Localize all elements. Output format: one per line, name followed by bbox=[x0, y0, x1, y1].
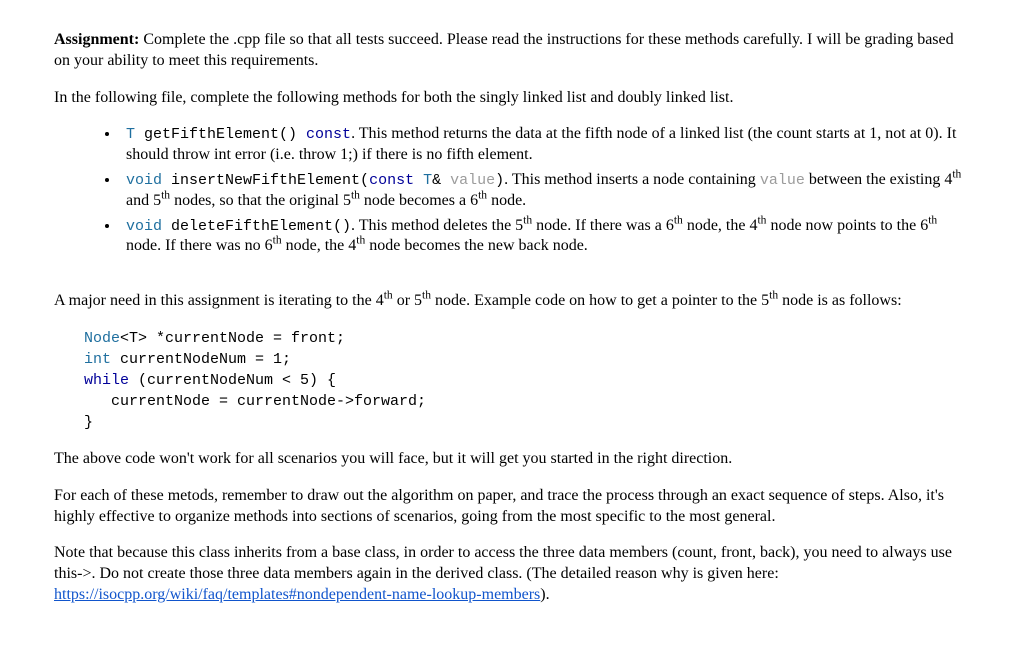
bullet-text-a: . This method inserts a node containing bbox=[504, 171, 760, 188]
method-signature: T getFifthElement() const bbox=[126, 126, 351, 143]
spacer bbox=[54, 277, 970, 291]
caveat-paragraph: The above code won't work for all scenar… bbox=[54, 449, 970, 470]
bullet-insert-fifth: void insertNewFifthElement(const T& valu… bbox=[120, 170, 970, 212]
bullet-get-fifth: T getFifthElement() const. This method r… bbox=[120, 124, 970, 166]
inheritance-note-paragraph: Note that because this class inherits fr… bbox=[54, 543, 970, 605]
method-signature: void insertNewFifthElement(const T& valu… bbox=[126, 172, 504, 189]
advice-paragraph: For each of these metods, remember to dr… bbox=[54, 486, 970, 528]
assignment-intro-text: Complete the .cpp file so that all tests… bbox=[54, 31, 954, 69]
iteration-hint-paragraph: A major need in this assignment is itera… bbox=[54, 291, 970, 312]
method-bullet-list: T getFifthElement() const. This method r… bbox=[54, 124, 970, 257]
instructions-paragraph: In the following file, complete the foll… bbox=[54, 88, 970, 109]
assignment-label: Assignment: bbox=[54, 31, 139, 48]
bullet-delete-fifth: void deleteFifthElement(). This method d… bbox=[120, 216, 970, 258]
isocpp-faq-link[interactable]: https://isocpp.org/wiki/faq/templates#no… bbox=[54, 586, 540, 603]
example-code-block: Node<T> *currentNode = front; int curren… bbox=[84, 328, 970, 433]
document-page: Assignment: Complete the .cpp file so th… bbox=[0, 0, 1024, 630]
inline-code-value: value bbox=[760, 172, 805, 189]
assignment-heading-paragraph: Assignment: Complete the .cpp file so th… bbox=[54, 30, 970, 72]
method-signature: void deleteFifthElement() bbox=[126, 218, 351, 235]
